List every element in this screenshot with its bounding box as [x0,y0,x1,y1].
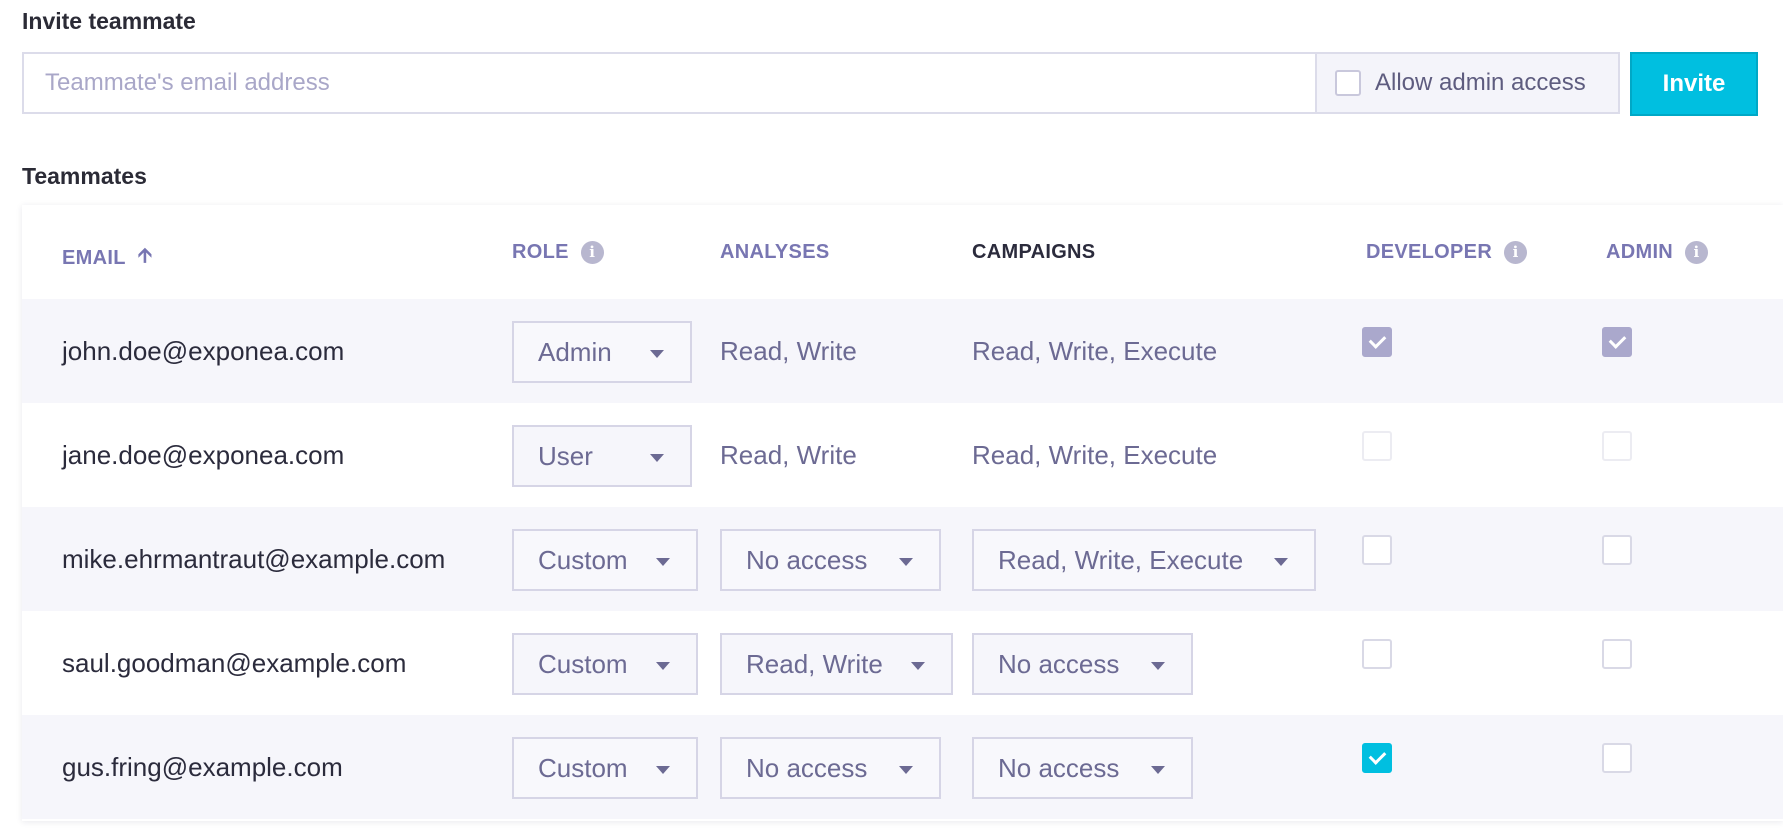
email-input[interactable] [22,52,1316,114]
role-dropdown[interactable]: Admin [512,321,692,383]
column-header-analyses-label: ANALYSES [720,241,830,263]
caret-down-icon [656,662,670,670]
caret-down-icon [1151,766,1165,774]
developer-checkbox[interactable] [1362,535,1392,565]
table-row: gus.fring@example.com Custom No access N… [22,715,1783,819]
analyses-value: Read, Write [720,439,857,470]
column-header-email-label: EMAIL [62,246,126,269]
table-row: jane.doe@exponea.com User Read, Write Re… [22,403,1783,507]
analyses-dropdown[interactable]: Read, Write [720,633,953,695]
role-value: Custom [538,544,628,575]
column-header-developer-label: DEVELOPER [1366,241,1493,263]
analyses-value: Read, Write [746,648,883,679]
column-header-developer: DEVELOPER i [1366,241,1528,264]
table-row: john.doe@exponea.com Admin Read, Write R… [22,299,1783,403]
developer-checkbox [1362,431,1392,461]
admin-checkbox[interactable] [1602,535,1632,565]
caret-down-icon [656,766,670,774]
row-email: john.doe@exponea.com [62,335,345,366]
role-value: Custom [538,648,628,679]
check-icon [1368,747,1386,765]
admin-checkbox[interactable] [1602,743,1632,773]
caret-down-icon [899,558,913,566]
admin-checkbox[interactable] [1602,639,1632,669]
check-icon [1608,331,1626,349]
row-email: gus.fring@example.com [62,751,343,782]
developer-checkbox[interactable] [1362,639,1392,669]
info-icon[interactable]: i [1504,241,1528,264]
analyses-dropdown[interactable]: No access [720,529,941,591]
info-icon[interactable]: i [580,241,604,264]
caret-down-icon [1274,558,1288,566]
campaigns-value: Read, Write, Execute [998,544,1244,575]
allow-admin-access-checkbox[interactable] [1335,70,1361,96]
column-header-admin-label: ADMIN [1606,241,1674,263]
column-header-email[interactable]: EMAIL 🡩 [62,241,152,275]
role-dropdown[interactable]: Custom [512,529,698,591]
column-header-campaigns-label: CAMPAIGNS [972,241,1096,263]
invite-form: Allow admin access Invite [22,52,1758,116]
allow-admin-access-label: Allow admin access [1375,69,1586,96]
teammates-section-title: Teammates [22,163,147,189]
campaigns-dropdown[interactable]: No access [972,737,1193,799]
column-header-analyses: ANALYSES [720,241,829,264]
row-email: jane.doe@exponea.com [62,439,345,470]
caret-down-icon [911,662,925,670]
campaigns-value: Read, Write, Execute [972,439,1218,470]
column-header-admin: ADMIN i [1606,241,1709,264]
analyses-dropdown[interactable]: No access [720,737,941,799]
info-icon[interactable]: i [1685,241,1709,264]
role-dropdown[interactable]: User [512,425,692,487]
campaigns-value: No access [998,648,1120,679]
role-value: Admin [538,336,612,367]
role-dropdown[interactable]: Custom [512,633,698,695]
check-icon [1368,331,1386,349]
table-header: EMAIL 🡩 ROLE i ANALYSES CAMPAIGNS DEVELO… [22,205,1783,300]
teammates-table: EMAIL 🡩 ROLE i ANALYSES CAMPAIGNS DEVELO… [22,205,1783,821]
table-row: saul.goodman@example.com Custom Read, Wr… [22,611,1783,715]
campaigns-value: Read, Write, Execute [972,335,1218,366]
analyses-value: Read, Write [720,335,857,366]
column-header-role-label: ROLE [512,241,569,263]
developer-checkbox[interactable] [1362,327,1392,357]
campaigns-dropdown[interactable]: Read, Write, Execute [972,529,1316,591]
admin-checkbox[interactable] [1602,327,1632,357]
row-email: mike.ehrmantraut@example.com [62,543,446,574]
allow-admin-access-toggle[interactable]: Allow admin access [1315,52,1620,114]
developer-checkbox[interactable] [1362,743,1392,773]
role-dropdown[interactable]: Custom [512,737,698,799]
column-header-role: ROLE i [512,241,604,264]
role-value: Custom [538,752,628,783]
campaigns-value: No access [998,752,1120,783]
row-email: saul.goodman@example.com [62,647,407,678]
caret-down-icon [656,558,670,566]
admin-checkbox [1602,431,1632,461]
column-header-campaigns: CAMPAIGNS [972,241,1095,264]
role-value: User [538,440,593,471]
invite-section-title: Invite teammate [22,8,196,34]
invite-button[interactable]: Invite [1630,52,1758,116]
caret-down-icon [650,350,664,358]
analyses-value: No access [746,544,868,575]
caret-down-icon [899,766,913,774]
caret-down-icon [1151,662,1165,670]
analyses-value: No access [746,752,868,783]
table-row: mike.ehrmantraut@example.com Custom No a… [22,507,1783,611]
arrow-up-icon: 🡩 [137,245,153,267]
campaigns-dropdown[interactable]: No access [972,633,1193,695]
caret-down-icon [650,454,664,462]
